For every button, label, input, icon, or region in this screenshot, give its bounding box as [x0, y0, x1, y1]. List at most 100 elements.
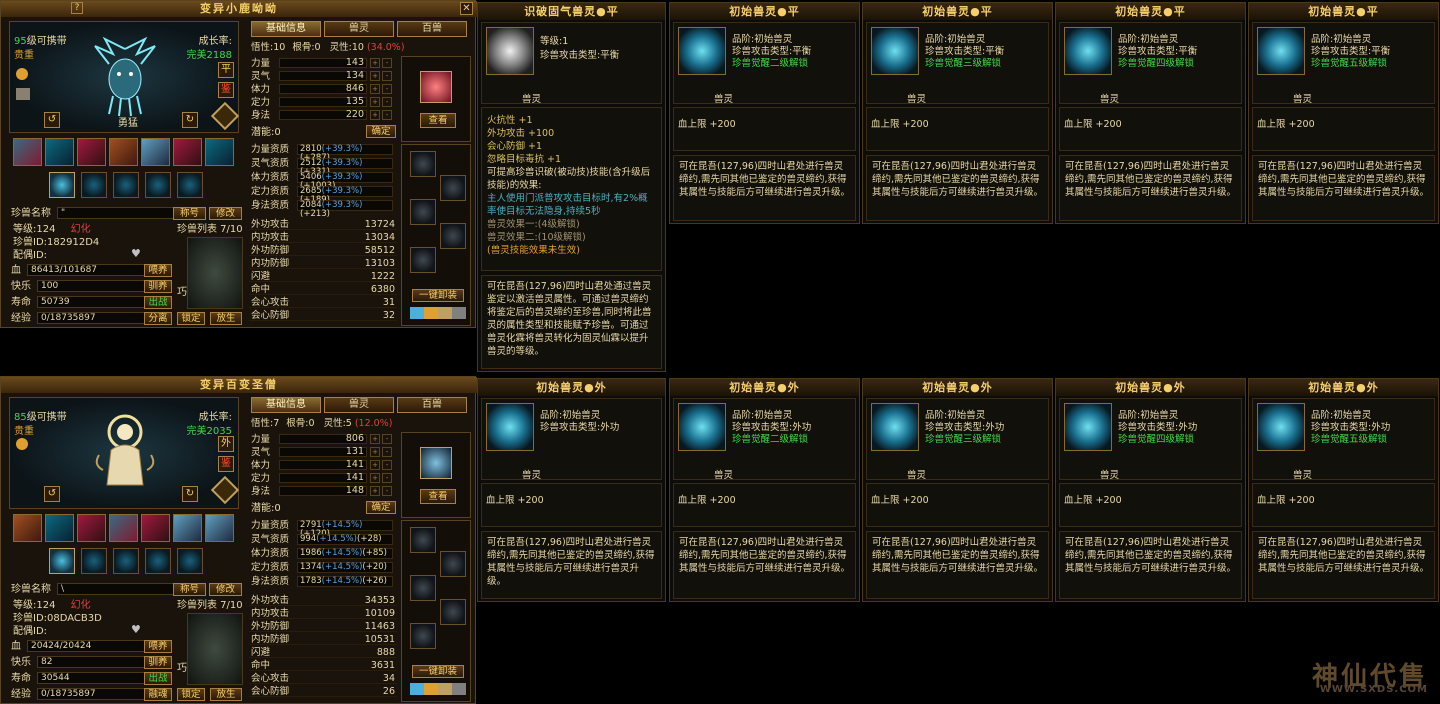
feed-button[interactable]: 喂养 — [144, 264, 172, 277]
equipment-icon[interactable] — [410, 247, 436, 273]
combat-row: 会心防御 26 — [249, 686, 397, 697]
skill-icon[interactable] — [173, 514, 202, 542]
skill-icon[interactable] — [45, 514, 74, 542]
tab-beasts[interactable]: 百兽 — [397, 21, 467, 37]
skill-icon[interactable] — [77, 514, 106, 542]
skill-icon[interactable] — [141, 514, 170, 542]
skill-icon[interactable] — [45, 138, 74, 166]
tab-spirit[interactable]: 兽灵 — [324, 21, 394, 37]
hp-row: 血 86413/101687 — [11, 264, 151, 277]
fight-button[interactable]: 出战 — [144, 296, 172, 309]
fight-button[interactable]: 出战 — [144, 672, 172, 685]
skill-icon[interactable] — [205, 138, 234, 166]
spirit-slot-icon[interactable] — [81, 548, 107, 574]
tab-beasts[interactable]: 百兽 — [397, 397, 467, 413]
skill-icon[interactable] — [109, 138, 138, 166]
view-button[interactable]: 查看 — [420, 489, 456, 504]
spirit-slot-icon[interactable] — [49, 548, 75, 574]
spirit-slot-icon[interactable] — [177, 548, 203, 574]
equip-panel: 查看 — [401, 56, 471, 142]
lock-button[interactable]: 锁定 — [177, 688, 205, 701]
help-icon[interactable]: ? — [71, 2, 83, 14]
equipment-icon[interactable] — [410, 575, 436, 601]
spirit-slot-icon[interactable] — [113, 172, 139, 198]
spirit-slot-icon[interactable] — [145, 172, 171, 198]
unequip-all-button[interactable]: 一键卸装 — [412, 665, 464, 678]
rotate-right-icon[interactable]: ↻ — [182, 486, 198, 502]
nickname-button[interactable]: 称号 — [173, 207, 206, 220]
equipment-icon[interactable] — [410, 527, 436, 553]
skill-icon[interactable] — [13, 138, 42, 166]
split-button[interactable]: 分离 — [144, 312, 172, 325]
skill-icon[interactable] — [141, 138, 170, 166]
diamond-icon[interactable] — [210, 475, 240, 505]
side-btn-type[interactable]: 外 — [218, 436, 234, 452]
skill-icon[interactable] — [205, 514, 234, 542]
happy-value: 100 — [37, 280, 151, 292]
feed-button[interactable]: 喂养 — [144, 640, 172, 653]
merge-soul-button[interactable]: 融魂 — [144, 688, 172, 701]
pet-name-input[interactable]: \ — [57, 583, 179, 595]
equipment-icon[interactable] — [440, 551, 466, 577]
confirm-button[interactable]: 确定 — [366, 125, 396, 138]
equipment-icon[interactable] — [440, 599, 466, 625]
tame-button[interactable]: 驯养 — [144, 656, 172, 669]
spirit-slot-icon[interactable] — [49, 172, 75, 198]
side-btn-type[interactable]: 平 — [218, 62, 234, 78]
rotate-left-icon[interactable]: ↺ — [44, 112, 60, 128]
pet-name-input[interactable]: " — [57, 207, 179, 219]
side-btn-identify[interactable]: 鉴 — [218, 456, 234, 472]
spirit-slot-icon[interactable] — [113, 548, 139, 574]
exp-label: 经验 — [11, 313, 31, 324]
card-desc-section: 可在昆吾(127,96)四时山君处进行兽灵缔约,需先同其他已鉴定的兽灵缔约,获得… — [866, 531, 1049, 599]
stat-row: 定力 135 + - — [249, 97, 395, 108]
equipment-icon[interactable] — [410, 151, 436, 177]
tame-button[interactable]: 驯养 — [144, 280, 172, 293]
equipment-icon[interactable] — [410, 623, 436, 649]
spirit-slot-icon[interactable] — [145, 548, 171, 574]
close-icon[interactable]: ✕ — [460, 2, 473, 15]
equipment-icon[interactable] — [410, 199, 436, 225]
spirit-orb-icon[interactable] — [420, 71, 452, 103]
modify-button[interactable]: 修改 — [209, 207, 242, 220]
lock-button[interactable]: 锁定 — [177, 312, 205, 325]
tab-basic[interactable]: 基础信息 — [251, 397, 321, 413]
view-button[interactable]: 查看 — [420, 113, 456, 128]
skill-icon[interactable] — [13, 514, 42, 542]
diamond-icon[interactable] — [210, 101, 240, 131]
modify-button[interactable]: 修改 — [209, 583, 242, 596]
skill-icon[interactable] — [77, 138, 106, 166]
confirm-button[interactable]: 确定 — [366, 501, 396, 514]
pet-portrait: 85级可携带 贵重 成长率: 完美2035 外 鉴 ↺ ↻ — [9, 397, 240, 509]
card-bonus-section: 血上限 +200 — [481, 483, 662, 527]
spirit-slot-icon[interactable] — [177, 172, 203, 198]
spirit-card: 初始兽灵●外 品阶:初始兽灵 珍兽攻击类型:外功 珍兽觉醒三级解锁 兽灵 血上限… — [862, 378, 1053, 602]
equipment-icon[interactable] — [440, 175, 466, 201]
card-pet-label: 兽灵 — [907, 94, 927, 105]
pet-id: 珍兽ID:08DACB3D — [13, 613, 102, 624]
aptitude-row: 灵气资质2512(+39.3%)(+331) — [249, 158, 395, 177]
unequip-all-button[interactable]: 一键卸装 — [412, 289, 464, 302]
release-button[interactable]: 放生 — [210, 312, 242, 325]
spirit-card: 初始兽灵●平 品阶:初始兽灵 珍兽攻击类型:平衡 珍兽觉醒五级解锁 兽灵 血上限… — [1248, 2, 1439, 224]
pet-list-preview — [187, 237, 243, 309]
tab-basic[interactable]: 基础信息 — [251, 21, 321, 37]
skill-icon[interactable] — [109, 514, 138, 542]
aptitude-row: 定力资质2685(+39.3%)(+189) — [249, 186, 395, 205]
nickname-button[interactable]: 称号 — [173, 583, 206, 596]
skill-icon[interactable] — [173, 138, 202, 166]
spirit-orb-icon[interactable] — [420, 447, 452, 479]
combat-row: 内功防御 13103 — [249, 258, 397, 269]
life-label: 寿命 — [11, 297, 31, 308]
combat-row: 闪避 888 — [249, 647, 397, 658]
card-description: 可在昆吾(127,96)四时山君处进行兽灵缔约,需先同其他已鉴定的兽灵缔约,获得… — [1065, 161, 1237, 198]
release-button[interactable]: 放生 — [210, 688, 242, 701]
equipment-icon[interactable] — [440, 223, 466, 249]
tab-spirit[interactable]: 兽灵 — [324, 397, 394, 413]
spirit-card: 初始兽灵●平 品阶:初始兽灵 珍兽攻击类型:平衡 珍兽觉醒四级解锁 兽灵 血上限… — [1055, 2, 1246, 224]
rotate-right-icon[interactable]: ↻ — [182, 112, 198, 128]
rotate-left-icon[interactable]: ↺ — [44, 486, 60, 502]
wisdom-row: 悟性:7 根骨:0 灵性:5 (12.0%) — [251, 418, 393, 429]
side-btn-identify[interactable]: 鉴 — [218, 82, 234, 98]
spirit-slot-icon[interactable] — [81, 172, 107, 198]
